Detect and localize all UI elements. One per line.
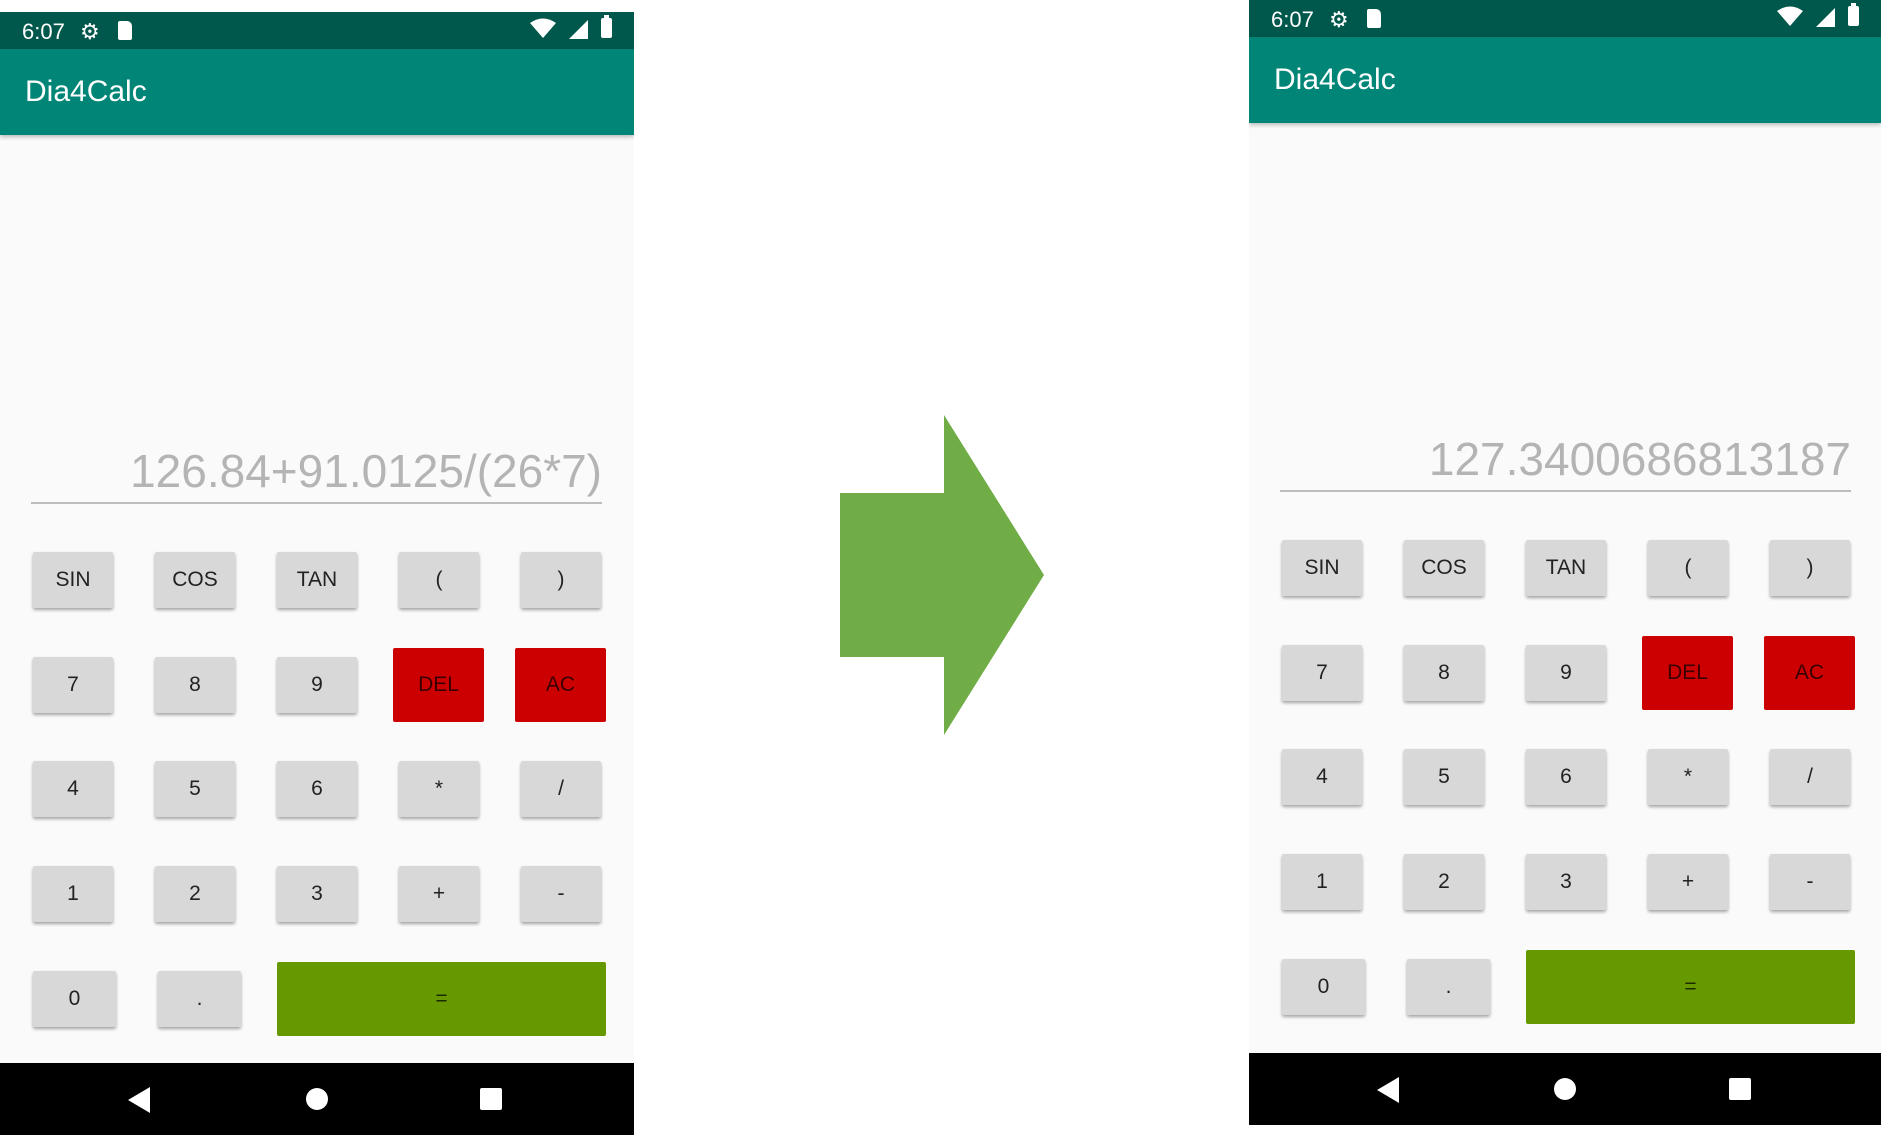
four-button[interactable]: 4 <box>1282 749 1362 805</box>
cos-button[interactable]: COS <box>1404 540 1484 596</box>
gear-icon: ⚙ <box>1329 7 1349 32</box>
wifi-icon <box>1777 6 1803 26</box>
delete-button[interactable]: DEL <box>393 648 484 722</box>
one-button[interactable]: 1 <box>1282 854 1362 910</box>
result-display[interactable]: 127.3400686813187 <box>1280 432 1851 486</box>
navigation-bar <box>1249 1053 1881 1125</box>
recents-icon[interactable] <box>1729 1078 1751 1100</box>
app-title: Dia4Calc <box>1274 63 1396 96</box>
sd-card-icon <box>118 21 132 40</box>
zero-button[interactable]: 0 <box>33 971 116 1027</box>
multiply-button[interactable]: * <box>399 761 479 817</box>
zero-button[interactable]: 0 <box>1282 959 1365 1015</box>
seven-button[interactable]: 7 <box>1282 645 1362 701</box>
three-button[interactable]: 3 <box>1526 854 1606 910</box>
status-time: 6:07 <box>1271 7 1314 32</box>
signal-icon <box>569 20 588 39</box>
tan-button[interactable]: TAN <box>1526 540 1606 596</box>
five-button[interactable]: 5 <box>155 761 235 817</box>
arrow-right-icon <box>840 415 1044 735</box>
signal-icon <box>1816 8 1835 27</box>
six-button[interactable]: 6 <box>277 761 357 817</box>
three-button[interactable]: 3 <box>277 866 357 922</box>
eight-button[interactable]: 8 <box>1404 645 1484 701</box>
one-button[interactable]: 1 <box>33 866 113 922</box>
cos-button[interactable]: COS <box>155 552 235 608</box>
decimal-button[interactable]: . <box>158 971 241 1027</box>
equals-button[interactable]: = <box>1526 950 1855 1024</box>
decimal-button[interactable]: . <box>1407 959 1490 1015</box>
four-button[interactable]: 4 <box>33 761 113 817</box>
phone-screen-after: 6:07 ⚙ Dia4Calc 127.3400686813187 SIN CO… <box>1249 0 1881 1125</box>
divide-button[interactable]: / <box>1770 749 1850 805</box>
battery-icon <box>1848 3 1859 26</box>
minus-button[interactable]: - <box>521 866 601 922</box>
close-paren-button[interactable]: ) <box>521 552 601 608</box>
app-title: Dia4Calc <box>25 75 147 108</box>
app-bar: Dia4Calc <box>0 49 634 135</box>
sin-button[interactable]: SIN <box>1282 540 1362 596</box>
display-underline <box>1280 490 1851 492</box>
minus-button[interactable]: - <box>1770 854 1850 910</box>
navigation-bar <box>0 1063 634 1135</box>
status-time: 6:07 <box>22 19 65 44</box>
equals-button[interactable]: = <box>277 962 606 1036</box>
display-underline <box>31 502 602 504</box>
status-bar: 6:07 ⚙ <box>0 12 634 49</box>
all-clear-button[interactable]: AC <box>1764 636 1855 710</box>
recents-icon[interactable] <box>480 1088 502 1110</box>
open-paren-button[interactable]: ( <box>1648 540 1728 596</box>
open-paren-button[interactable]: ( <box>399 552 479 608</box>
six-button[interactable]: 6 <box>1526 749 1606 805</box>
two-button[interactable]: 2 <box>1404 854 1484 910</box>
delete-button[interactable]: DEL <box>1642 636 1733 710</box>
seven-button[interactable]: 7 <box>33 657 113 713</box>
nine-button[interactable]: 9 <box>1526 645 1606 701</box>
divide-button[interactable]: / <box>521 761 601 817</box>
status-bar: 6:07 ⚙ <box>1249 0 1881 37</box>
close-paren-button[interactable]: ) <box>1770 540 1850 596</box>
sd-card-icon <box>1367 9 1381 28</box>
back-icon[interactable] <box>1377 1077 1399 1103</box>
two-button[interactable]: 2 <box>155 866 235 922</box>
wifi-icon <box>530 18 556 38</box>
all-clear-button[interactable]: AC <box>515 648 606 722</box>
home-icon[interactable] <box>1554 1078 1576 1100</box>
plus-button[interactable]: + <box>1648 854 1728 910</box>
multiply-button[interactable]: * <box>1648 749 1728 805</box>
five-button[interactable]: 5 <box>1404 749 1484 805</box>
home-icon[interactable] <box>306 1088 328 1110</box>
gear-icon: ⚙ <box>80 19 100 44</box>
eight-button[interactable]: 8 <box>155 657 235 713</box>
plus-button[interactable]: + <box>399 866 479 922</box>
battery-icon <box>601 15 612 38</box>
expression-display[interactable]: 126.84+91.0125/(26*7) <box>31 444 602 498</box>
app-bar: Dia4Calc <box>1249 37 1881 123</box>
nine-button[interactable]: 9 <box>277 657 357 713</box>
tan-button[interactable]: TAN <box>277 552 357 608</box>
phone-screen-before: 6:07 ⚙ Dia4Calc 126.84+91.0125/(26*7) SI… <box>0 12 634 1135</box>
sin-button[interactable]: SIN <box>33 552 113 608</box>
back-icon[interactable] <box>128 1087 150 1113</box>
